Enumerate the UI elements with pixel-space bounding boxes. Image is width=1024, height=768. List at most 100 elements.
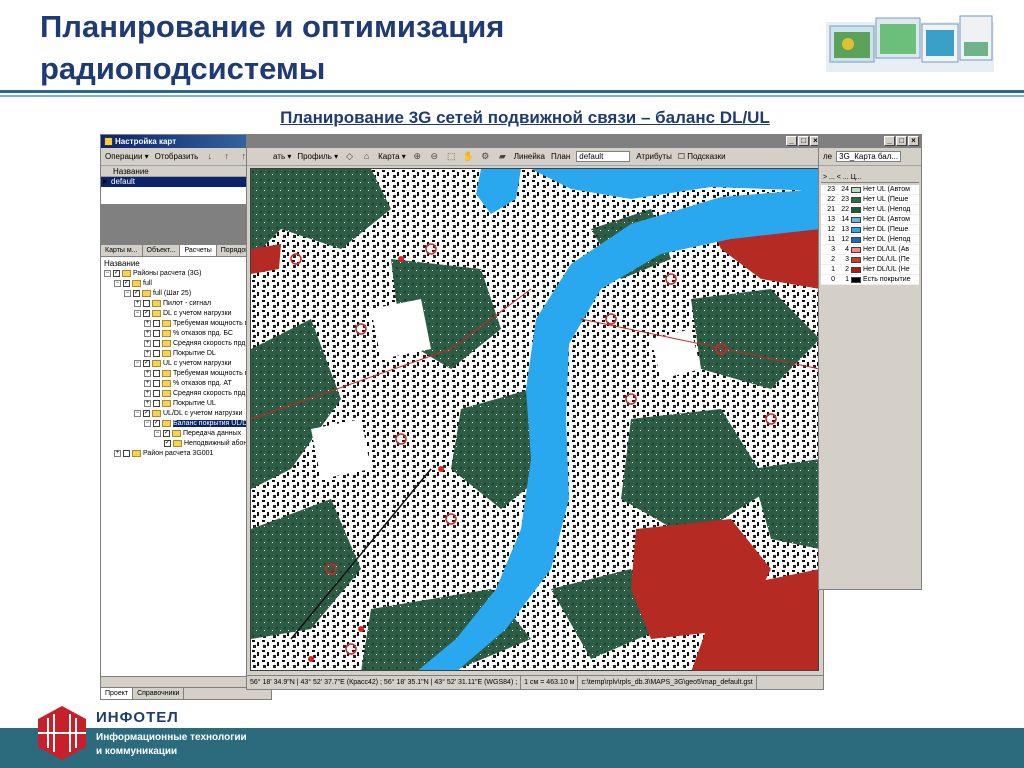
- tree-checkbox[interactable]: ✓: [133, 289, 140, 297]
- legend-row[interactable]: 12 13 Нет DL (Пеше: [821, 225, 919, 235]
- tree-checkbox[interactable]: [143, 299, 150, 307]
- legend-tab-label[interactable]: ле: [823, 152, 832, 161]
- tab-calculations[interactable]: Расчеты: [180, 245, 217, 256]
- expand-icon[interactable]: +: [144, 329, 151, 337]
- legend-row[interactable]: 11 12 Нет DL (Непод: [821, 235, 919, 245]
- legend-range-from: 21: [827, 205, 835, 213]
- folder-icon: [162, 329, 171, 337]
- legend-label: Нет UL (Непод: [863, 205, 911, 213]
- legend-row[interactable]: 2 3 Нет DL/UL (Пе: [821, 255, 919, 265]
- expand-icon[interactable]: +: [144, 349, 151, 357]
- tab-maps[interactable]: Карты м...: [101, 245, 143, 256]
- legend-map-select[interactable]: 3G_Карта бал...: [836, 151, 902, 162]
- legend-window: _ □ × ле 3G_Карта бал... > ... < ... Ц..…: [818, 134, 922, 590]
- map-menu[interactable]: Карта ▾: [378, 152, 406, 161]
- legend-row[interactable]: 13 14 Нет DL (Автом: [821, 215, 919, 225]
- tree-checkbox[interactable]: [153, 369, 160, 377]
- collapse-icon[interactable]: −: [154, 429, 161, 437]
- tab-project[interactable]: Проект: [101, 688, 134, 699]
- tree-item-label: Баланс покрытия UL/DL: [173, 420, 252, 427]
- tree-checkbox[interactable]: ✓: [123, 279, 130, 287]
- pan-hand-icon[interactable]: ✋: [463, 151, 474, 162]
- tree-checkbox[interactable]: [153, 319, 160, 327]
- legend-label: Нет DL/UL (Пе: [863, 255, 910, 263]
- folder-icon: [152, 309, 161, 317]
- tree-checkbox[interactable]: ✓: [143, 309, 150, 317]
- hints-checkbox[interactable]: ☐ Подсказки: [678, 152, 726, 161]
- plan-button[interactable]: План: [551, 152, 570, 161]
- operations-menu[interactable]: Операции ▾: [105, 152, 149, 161]
- coverage-map-image[interactable]: [251, 169, 819, 671]
- collapse-icon[interactable]: −: [114, 279, 121, 287]
- legend-row[interactable]: 1 2 Нет DL/UL (Не: [821, 265, 919, 275]
- expand-icon[interactable]: +: [134, 299, 141, 307]
- maximize-icon[interactable]: □: [798, 136, 809, 146]
- expand-icon[interactable]: +: [144, 319, 151, 327]
- polygon-icon[interactable]: ◇: [344, 151, 355, 162]
- expand-icon[interactable]: +: [144, 339, 151, 347]
- attributes-button[interactable]: Атрибуты: [636, 152, 672, 161]
- display-button[interactable]: Отобразить: [155, 152, 199, 161]
- legend-row[interactable]: 3 4 Нет DL/UL (Ав: [821, 245, 919, 255]
- collapse-icon[interactable]: −: [104, 269, 111, 277]
- expand-icon[interactable]: +: [114, 449, 121, 457]
- home-icon[interactable]: ⌂: [361, 151, 372, 162]
- collapse-icon[interactable]: −: [144, 419, 151, 427]
- legend-range-to: 13: [841, 225, 849, 233]
- map-titlebar[interactable]: _ □ ×: [247, 135, 823, 148]
- expand-icon[interactable]: +: [144, 369, 151, 377]
- settings-icon[interactable]: ⚙: [480, 151, 491, 162]
- legend-range-to: 4: [845, 245, 849, 253]
- tree-checkbox[interactable]: [153, 349, 160, 357]
- collapse-icon[interactable]: −: [134, 409, 141, 417]
- tab-objects[interactable]: Объект...: [143, 245, 181, 256]
- edit-menu[interactable]: ать ▾: [273, 152, 291, 161]
- tree-item-label: UL/DL с учетом нагрузки: [163, 410, 243, 417]
- legend-row[interactable]: 22 23 Нет UL (Пеше: [821, 195, 919, 205]
- tree-checkbox[interactable]: ✓: [153, 419, 160, 427]
- select-icon[interactable]: ⬚: [446, 151, 457, 162]
- tree-checkbox[interactable]: [153, 329, 160, 337]
- arrow-up-icon[interactable]: ↑: [221, 151, 232, 162]
- folder-icon: [173, 439, 182, 447]
- layer-icon[interactable]: ▰: [497, 151, 508, 162]
- legend-row[interactable]: 21 22 Нет UL (Непод: [821, 205, 919, 215]
- legend-color-swatch: [851, 266, 861, 273]
- tree-checkbox[interactable]: ✓: [113, 269, 120, 277]
- legend-color-swatch: [851, 256, 861, 263]
- folder-icon: [152, 299, 161, 307]
- tree-checkbox[interactable]: ✓: [163, 429, 170, 437]
- tree-checkbox[interactable]: ✓: [143, 409, 150, 417]
- tree-checkbox[interactable]: [123, 449, 130, 457]
- tree-checkbox[interactable]: [153, 399, 160, 407]
- tree-checkbox[interactable]: [153, 389, 160, 397]
- collapse-icon[interactable]: −: [134, 309, 141, 317]
- zoom-in-icon[interactable]: ⊕: [412, 151, 423, 162]
- layer-select[interactable]: default: [576, 151, 631, 162]
- zoom-out-icon[interactable]: ⊖: [429, 151, 440, 162]
- expand-icon[interactable]: +: [144, 389, 151, 397]
- legend-color-swatch: [851, 276, 861, 283]
- maximize-icon[interactable]: □: [896, 136, 907, 146]
- close-icon[interactable]: ×: [908, 136, 919, 146]
- expand-icon[interactable]: +: [144, 399, 151, 407]
- minimize-icon[interactable]: _: [786, 136, 797, 146]
- legend-titlebar[interactable]: _ □ ×: [819, 135, 921, 148]
- legend-range-to: 23: [841, 195, 849, 203]
- tree-checkbox[interactable]: ✓: [143, 359, 150, 367]
- slide-title: Планирование и оптимизация радиоподсисте…: [40, 6, 800, 90]
- tree-checkbox[interactable]: [153, 379, 160, 387]
- tree-checkbox[interactable]: [153, 339, 160, 347]
- profile-menu[interactable]: Профиль ▾: [297, 152, 338, 161]
- coverage-map[interactable]: [250, 168, 819, 671]
- legend-row[interactable]: 0 1 Есть покрытие: [821, 275, 919, 285]
- ruler-button[interactable]: Линейка: [514, 152, 545, 161]
- collapse-icon[interactable]: −: [134, 359, 141, 367]
- minimize-icon[interactable]: _: [884, 136, 895, 146]
- tree-checkbox[interactable]: ✓: [164, 439, 171, 447]
- collapse-icon[interactable]: −: [124, 289, 131, 297]
- tab-references[interactable]: Справочники: [133, 688, 185, 699]
- arrow-down-icon[interactable]: ↓: [204, 151, 215, 162]
- legend-row[interactable]: 23 24 Нет UL (Автом: [821, 185, 919, 195]
- expand-icon[interactable]: +: [144, 379, 151, 387]
